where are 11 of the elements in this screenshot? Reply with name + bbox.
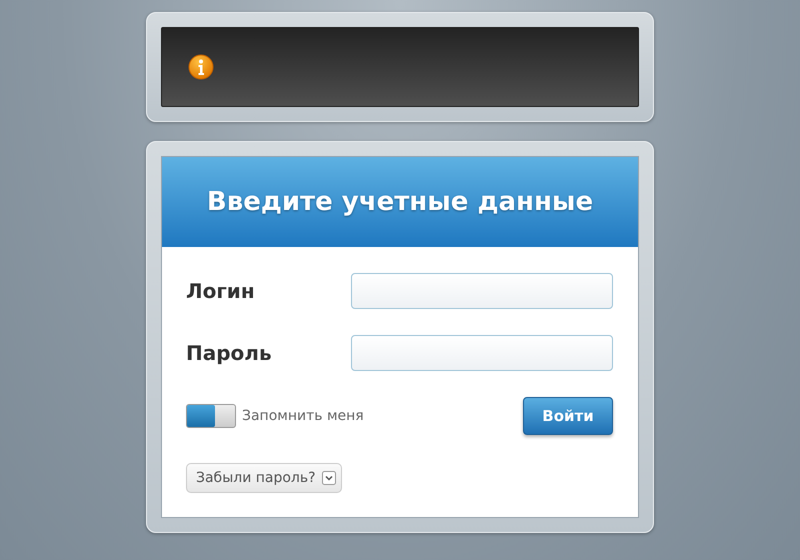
forgot-password-button[interactable]: Забыли пароль? [186,463,342,493]
remember-label: Запомнить меня [242,408,364,424]
input-field[interactable] [351,273,613,309]
login-title: Введите учетные данные [206,187,594,217]
login-button[interactable]: Войти [523,397,613,435]
field-label: Логин [186,279,255,303]
remember-toggle[interactable] [186,404,236,428]
info-icon [188,54,214,80]
chevron-icon [322,471,336,485]
field-label: Пароль [186,341,272,365]
input-field[interactable] [351,335,613,371]
